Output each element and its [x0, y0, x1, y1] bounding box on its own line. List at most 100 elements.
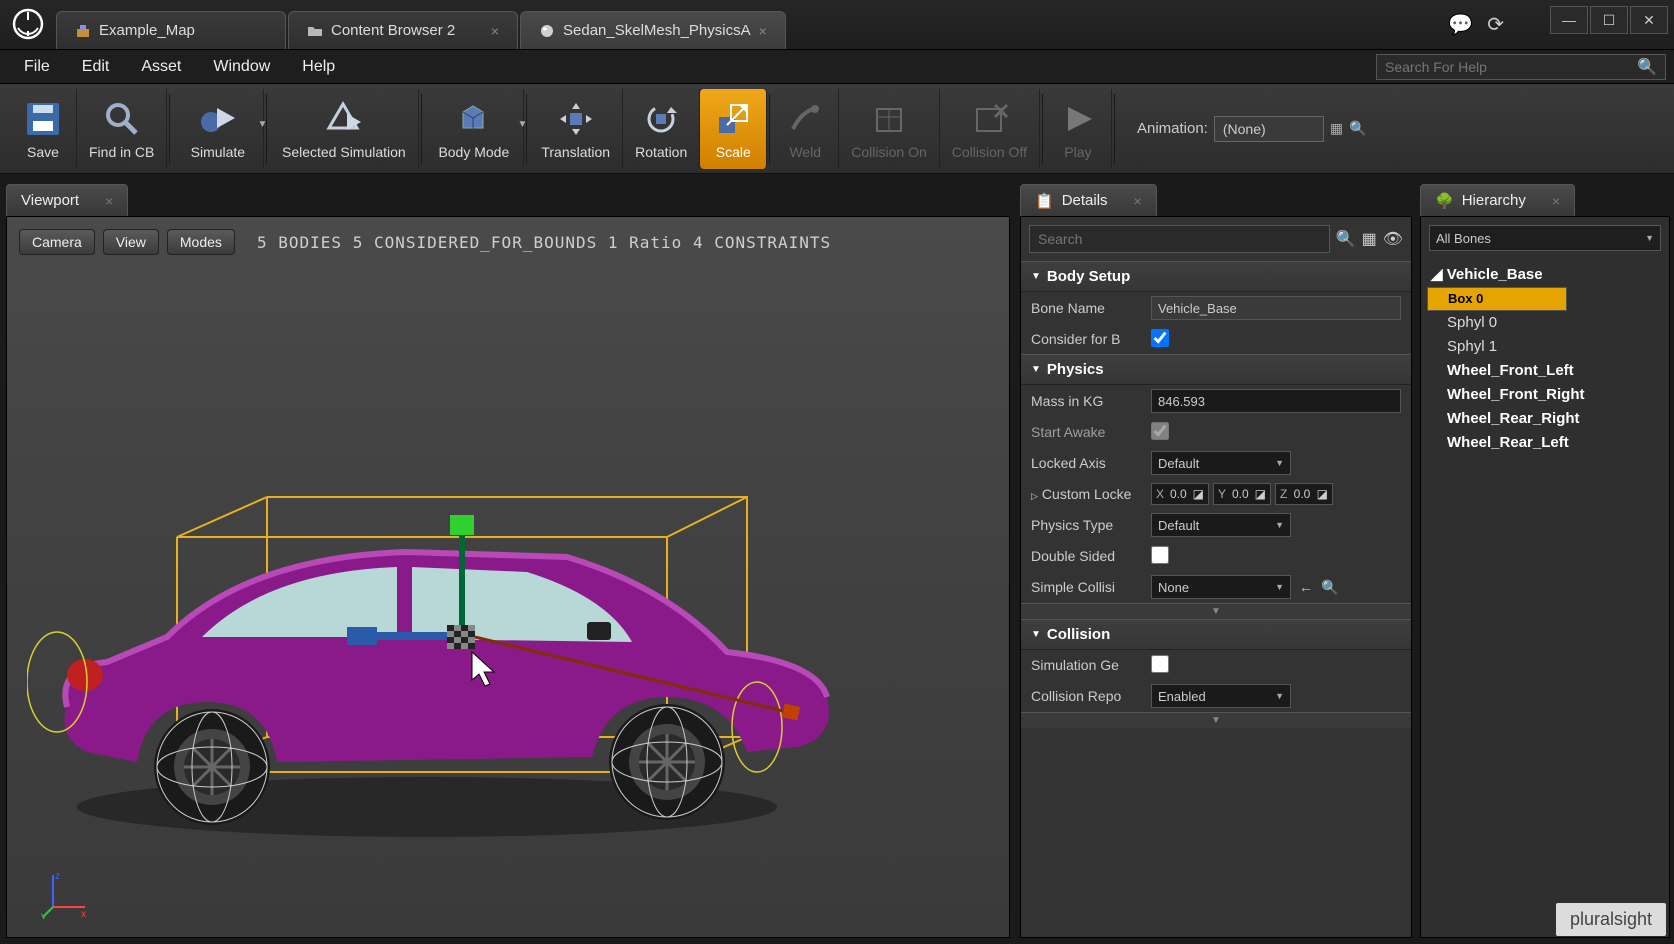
tree-item[interactable]: Wheel_Front_Right: [1427, 383, 1663, 407]
details-tab[interactable]: 📋 Details ×: [1020, 184, 1157, 216]
svg-text:z: z: [55, 871, 60, 882]
details-panel: 📋 Details × 🔍 ▦ 👁 ▼Body Setup Bone Name …: [1016, 174, 1416, 944]
find-in-cb-button[interactable]: Find in CB: [77, 89, 167, 169]
tree-item[interactable]: Wheel_Rear_Left: [1427, 431, 1663, 455]
menu-window[interactable]: Window: [199, 52, 284, 82]
rotation-button[interactable]: Rotation: [623, 89, 700, 169]
y-input[interactable]: Y0.0◪: [1213, 483, 1271, 505]
close-icon[interactable]: ×: [1552, 193, 1560, 209]
category-label: Collision: [1047, 626, 1110, 643]
minimize-button[interactable]: —: [1550, 6, 1588, 34]
grid-icon[interactable]: ▦: [1330, 120, 1343, 137]
close-icon[interactable]: ×: [1134, 193, 1142, 209]
collapse-icon: ▼: [1031, 271, 1041, 282]
tree-item[interactable]: ◢ Vehicle_Base: [1427, 263, 1663, 287]
view-button[interactable]: View: [103, 229, 159, 255]
menu-help[interactable]: Help: [288, 52, 349, 82]
search-icon[interactable]: 🔍: [1349, 120, 1366, 137]
label: Simulate: [191, 144, 245, 160]
tree-item[interactable]: Sphyl 0: [1427, 311, 1663, 335]
close-icon[interactable]: ×: [491, 23, 499, 39]
hierarchy-tab[interactable]: 🌳 Hierarchy ×: [1420, 184, 1575, 216]
physics-type-dropdown[interactable]: Default▼: [1151, 513, 1291, 537]
x-input[interactable]: X0.0◪: [1151, 483, 1209, 505]
simple-collision-dropdown[interactable]: None▼: [1151, 575, 1291, 599]
collision-off-button[interactable]: Collision Off: [940, 89, 1040, 169]
menu-edit[interactable]: Edit: [68, 52, 124, 82]
animation-dropdown[interactable]: (None): [1214, 116, 1324, 142]
details-search-input[interactable]: [1029, 225, 1330, 253]
collision-on-button[interactable]: Collision On: [839, 89, 939, 169]
menu-bar: File Edit Asset Window Help 🔍: [0, 50, 1674, 84]
search-icon[interactable]: 🔍: [1637, 57, 1657, 77]
hierarchy-filter-dropdown[interactable]: All Bones▼: [1429, 225, 1661, 251]
locked-axis-dropdown[interactable]: Default▼: [1151, 451, 1291, 475]
close-icon[interactable]: ×: [105, 193, 113, 209]
mass-input[interactable]: [1151, 389, 1401, 413]
double-sided-checkbox[interactable]: [1151, 546, 1169, 564]
viewport-panel: Viewport × Camera View Modes 5 BODIES 5 …: [0, 174, 1016, 944]
back-icon[interactable]: ←: [1299, 579, 1313, 596]
category-body-setup[interactable]: ▼ Body Setup: [1021, 261, 1411, 292]
translation-button[interactable]: Translation: [529, 89, 623, 169]
chat-icon[interactable]: 💬: [1448, 12, 1473, 37]
save-button[interactable]: Save: [10, 89, 77, 169]
tab-example-map[interactable]: Example_Map: [56, 11, 286, 49]
collapse-icon: ▼: [1031, 629, 1041, 640]
label: Find in CB: [89, 144, 154, 160]
tab-label: Sedan_SkelMesh_PhysicsA: [563, 22, 751, 39]
eye-icon[interactable]: 👁: [1383, 229, 1403, 249]
body-mode-button[interactable]: Body Mode ▼: [424, 89, 524, 169]
tree-item[interactable]: Box 0: [1427, 287, 1567, 311]
title-bar: Example_Map Content Browser 2 × Sedan_Sk…: [0, 0, 1674, 50]
simulation-generates-checkbox[interactable]: [1151, 655, 1169, 673]
camera-button[interactable]: Camera: [19, 229, 95, 255]
label: Play: [1064, 144, 1091, 160]
tree-item[interactable]: Wheel_Front_Left: [1427, 359, 1663, 383]
chevron-down-icon: ▼: [1275, 691, 1284, 701]
play-button[interactable]: Play: [1045, 89, 1112, 169]
z-input[interactable]: Z0.0◪: [1275, 483, 1333, 505]
body-mode-icon: [453, 98, 495, 140]
chevron-down-icon[interactable]: ▼: [517, 119, 527, 130]
consider-checkbox[interactable]: [1151, 329, 1169, 347]
bone-name-input[interactable]: [1151, 296, 1401, 320]
menu-file[interactable]: File: [10, 52, 64, 82]
expand-advanced[interactable]: ▼: [1021, 712, 1411, 728]
maximize-button[interactable]: ☐: [1590, 6, 1628, 34]
hierarchy-icon: 🌳: [1435, 192, 1454, 210]
label: Weld: [789, 144, 821, 160]
grid-icon[interactable]: ▦: [1362, 229, 1377, 249]
tab-content-browser[interactable]: Content Browser 2 ×: [288, 11, 518, 49]
help-search[interactable]: 🔍: [1376, 54, 1666, 80]
tree-item[interactable]: Wheel_Rear_Right: [1427, 407, 1663, 431]
search-icon[interactable]: 🔍: [1336, 229, 1356, 249]
category-physics[interactable]: ▼Physics: [1021, 354, 1411, 385]
close-icon[interactable]: ×: [759, 23, 767, 39]
close-button[interactable]: ✕: [1630, 6, 1668, 34]
weld-button[interactable]: Weld: [772, 89, 839, 169]
expand-icon[interactable]: ▷: [1031, 491, 1038, 501]
viewport[interactable]: Camera View Modes 5 BODIES 5 CONSIDERED_…: [6, 216, 1010, 938]
simulate-button[interactable]: Simulate ▼: [172, 89, 264, 169]
expand-advanced[interactable]: ▼: [1021, 603, 1411, 619]
modes-button[interactable]: Modes: [167, 229, 235, 255]
chevron-down-icon[interactable]: ▼: [257, 119, 267, 130]
menu-asset[interactable]: Asset: [127, 52, 195, 82]
help-search-input[interactable]: [1385, 59, 1637, 75]
document-tabs: Example_Map Content Browser 2 × Sedan_Sk…: [56, 3, 788, 49]
save-icon: [22, 98, 64, 140]
category-label: Body Setup: [1047, 268, 1130, 285]
label: Body Mode: [438, 144, 509, 160]
search-icon[interactable]: 🔍: [1321, 579, 1338, 596]
selected-simulation-button[interactable]: Selected Simulation: [269, 89, 419, 169]
toolbar: Save Find in CB Simulate ▼ Selected Simu…: [0, 84, 1674, 174]
tree-item[interactable]: Sphyl 1: [1427, 335, 1663, 359]
collision-response-dropdown[interactable]: Enabled▼: [1151, 684, 1291, 708]
scale-button[interactable]: Scale: [700, 89, 767, 169]
source-control-icon[interactable]: ⟳: [1487, 12, 1504, 37]
viewport-tab[interactable]: Viewport ×: [6, 184, 128, 216]
category-collision[interactable]: ▼ Collision: [1021, 619, 1411, 650]
collapse-icon: ▼: [1031, 364, 1041, 375]
tab-physics-asset[interactable]: Sedan_SkelMesh_PhysicsA ×: [520, 11, 786, 49]
